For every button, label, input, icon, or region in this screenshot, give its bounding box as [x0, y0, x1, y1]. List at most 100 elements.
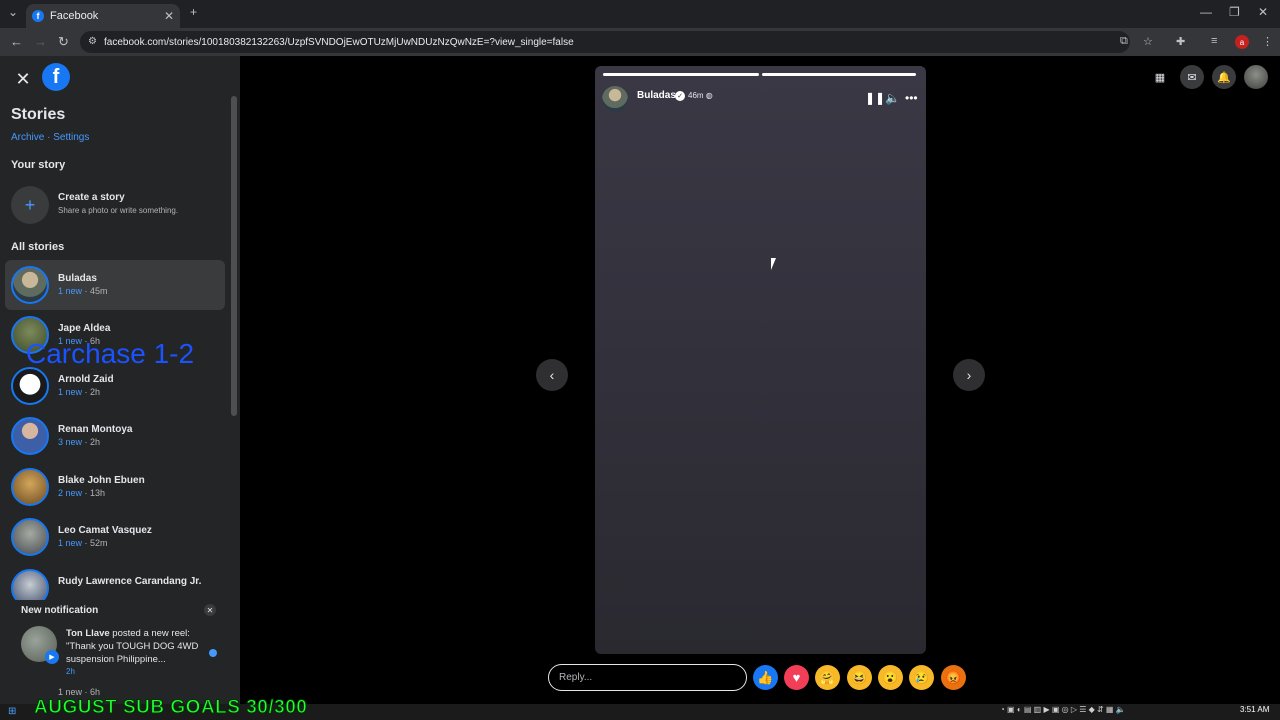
story-new-count: 1 new: [58, 286, 83, 296]
chevron-left-icon: ‹: [549, 367, 555, 383]
story-name: Leo Camat Vasquez: [58, 525, 152, 536]
angry-reaction-icon[interactable]: 😡: [941, 665, 966, 690]
browser-tab[interactable]: f Facebook ✕: [26, 4, 180, 28]
windows-start-icon[interactable]: ⊞: [8, 706, 16, 717]
tab-title: Facebook: [50, 10, 99, 22]
notification-time: 2h: [66, 667, 75, 676]
like-reaction-icon[interactable]: 👍: [753, 665, 778, 690]
story-time: · 13h: [82, 488, 106, 498]
progress-segment-1: [603, 73, 759, 76]
story-meta: 1 new · 2h: [58, 387, 100, 397]
story-time: · 2h: [82, 437, 101, 447]
story-time: 46m ◍: [688, 91, 713, 100]
archive-settings-links[interactable]: Archive · Settings: [11, 132, 89, 143]
notification-text: Ton Llave posted a new reel: "Thank you …: [66, 627, 201, 666]
reload-icon[interactable]: ↻: [58, 34, 69, 50]
verified-icon: ✓: [675, 91, 685, 101]
story-item-blake-john-ebuen[interactable]: Blake John Ebuen 2 new · 13h: [5, 462, 225, 512]
story-name: Arnold Zaid: [58, 374, 114, 385]
avatar: [11, 417, 49, 455]
close-notification-icon[interactable]: ✕: [204, 604, 216, 616]
facebook-favicon-icon: f: [32, 10, 44, 22]
story-meta: 1 new · 6h: [58, 687, 101, 697]
story-item-renan-montoya[interactable]: Renan Montoya 3 new · 2h: [5, 411, 225, 461]
next-story-button[interactable]: ›: [953, 359, 985, 391]
story-name: Buladas: [58, 273, 97, 284]
volume-icon[interactable]: 🔈: [885, 91, 900, 105]
sad-reaction-icon[interactable]: 😢: [909, 665, 934, 690]
reading-list-icon[interactable]: ≡: [1211, 35, 1217, 47]
progress-segment-2: [762, 73, 916, 76]
forward-icon[interactable]: →: [34, 34, 47, 49]
sub-goal-overlay: AUGUST SUB GOALS 30/300: [33, 697, 308, 719]
bookmark-star-icon[interactable]: ☆: [1143, 35, 1153, 48]
notifications-bell-icon[interactable]: 🔔: [1212, 65, 1236, 89]
unread-dot: [209, 649, 217, 657]
avatar: [11, 468, 49, 506]
create-story-button[interactable]: + Create a story Share a photo or write …: [11, 186, 221, 226]
story-new-count: 2 new: [58, 488, 83, 498]
story-name: Jape Aldea: [58, 323, 111, 334]
create-story-subtitle: Share a photo or write something.: [58, 206, 179, 215]
story-name: Blake John Ebuen: [58, 475, 145, 486]
story-time: · 45m: [82, 286, 108, 296]
close-stories-icon[interactable]: ✕: [10, 66, 36, 92]
mouse-cursor: [771, 258, 776, 270]
address-bar-row: ← → ↻ ⚙ facebook.com/stories/10018038213…: [0, 28, 1280, 56]
site-info-icon[interactable]: ⚙: [88, 36, 97, 47]
avatar: [11, 266, 49, 304]
tab-search-icon[interactable]: ⌄: [8, 5, 18, 19]
plus-icon: +: [11, 186, 49, 224]
previous-story-button[interactable]: ‹: [536, 359, 568, 391]
install-app-icon[interactable]: ⧉: [1120, 35, 1128, 48]
avatar[interactable]: [602, 86, 628, 112]
tab-close-icon[interactable]: ✕: [164, 9, 174, 23]
story-meta: 3 new · 2h: [58, 437, 100, 447]
window-close-icon[interactable]: ✕: [1258, 5, 1268, 19]
story-meta: 2 new · 13h: [58, 488, 105, 498]
url-text: facebook.com/stories/100180382132263/Uzp…: [104, 36, 574, 48]
stream-overlay-label: Carchase 1-2: [26, 338, 195, 369]
system-tray-icons[interactable]: ◔ ▣ ◐ ▤ ▥ ▶ ▣ ◎ ▷ ☰ ◆ ⇵ ▦ 🔈: [1000, 705, 1126, 714]
account-avatar[interactable]: [1244, 65, 1268, 89]
reply-input[interactable]: Reply...: [548, 664, 747, 691]
notification-actor: Ton Llave: [66, 628, 110, 639]
story-time: · 2h: [82, 387, 101, 397]
browser-tab-bar: ⌄ f Facebook ✕ + — ❐ ✕: [0, 0, 1280, 28]
love-reaction-icon[interactable]: ♥: [784, 665, 809, 690]
url-field[interactable]: ⚙ facebook.com/stories/100180382132263/U…: [80, 31, 1130, 53]
more-options-icon[interactable]: •••: [905, 91, 918, 105]
story-meta: 1 new · 52m: [58, 538, 108, 548]
sidebar-scrollbar[interactable]: [231, 96, 237, 416]
create-story-title: Create a story: [58, 192, 125, 203]
minimize-icon[interactable]: —: [1200, 5, 1212, 19]
avatar: [11, 518, 49, 556]
facebook-logo-icon[interactable]: f: [42, 63, 70, 91]
story-author[interactable]: Buladas: [637, 90, 676, 101]
reel-badge-icon: ▶: [45, 650, 59, 664]
taskbar-clock[interactable]: 3:51 AM: [1240, 705, 1269, 714]
notification-toast[interactable]: New notification ✕ ▶ Ton Llave posted a …: [8, 600, 226, 686]
back-icon[interactable]: ←: [10, 34, 23, 49]
story-meta: 1 new · 45m: [58, 286, 108, 296]
care-reaction-icon[interactable]: 🤗: [815, 665, 840, 690]
profile-avatar[interactable]: a: [1235, 35, 1249, 49]
globe-icon: ◍: [705, 91, 713, 100]
browser-menu-icon[interactable]: ⋮: [1262, 35, 1273, 48]
haha-reaction-icon[interactable]: 😆: [847, 665, 872, 690]
sidebar-title: Stories: [11, 106, 66, 123]
new-tab-icon[interactable]: +: [190, 5, 197, 19]
restore-icon[interactable]: ❐: [1229, 5, 1240, 19]
messenger-icon[interactable]: ✉: [1180, 65, 1204, 89]
menu-grid-icon[interactable]: ▦: [1148, 65, 1172, 89]
chevron-right-icon: ›: [966, 367, 972, 383]
extensions-icon[interactable]: ✚: [1176, 35, 1185, 48]
story-item-buladas[interactable]: Buladas 1 new · 45m: [5, 260, 225, 310]
story-item-leo-camat-vasquez[interactable]: Leo Camat Vasquez 1 new · 52m: [5, 512, 225, 562]
story-time: · 52m: [82, 538, 108, 548]
story-new-count: 1 new: [58, 387, 83, 397]
wow-reaction-icon[interactable]: 😮: [878, 665, 903, 690]
story-name: Rudy Lawrence Carandang Jr.: [58, 576, 202, 587]
story-viewer[interactable]: Buladas ✓ 46m ◍ ❚❚ 🔈 •••: [595, 66, 926, 654]
pause-icon[interactable]: ❚❚: [865, 91, 885, 105]
